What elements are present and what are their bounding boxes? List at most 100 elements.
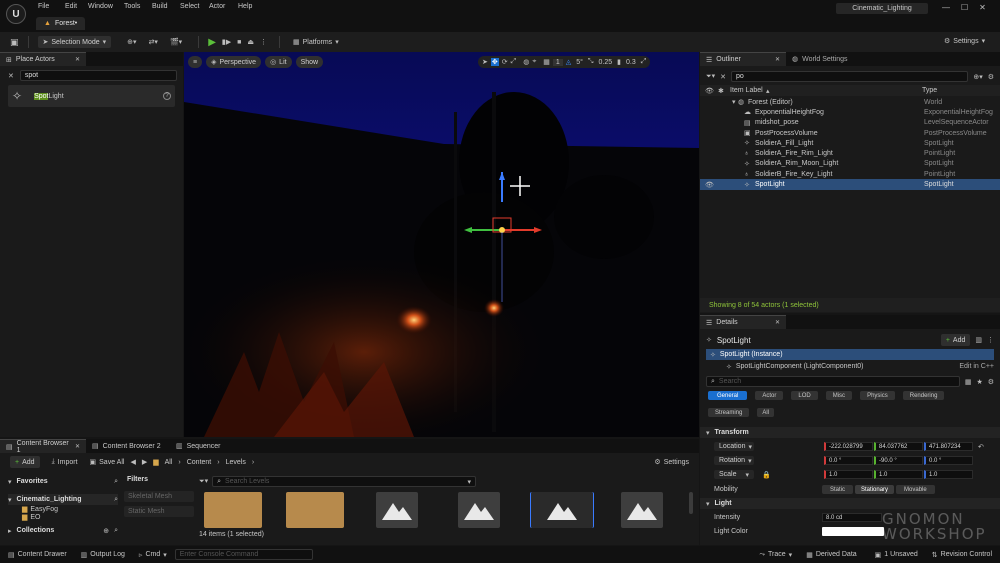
folder-tile[interactable]	[204, 492, 262, 528]
path-content[interactable]: Content	[187, 459, 212, 466]
blueprint-icon[interactable]: ▥	[975, 336, 982, 344]
category-streaming[interactable]: Streaming	[708, 408, 750, 417]
tab-world-settings[interactable]: ◍ World Settings	[786, 55, 854, 64]
maximize-icon[interactable]: ☐	[961, 3, 968, 12]
close-tab-icon[interactable]: ✕	[75, 443, 80, 450]
place-actors-search-input[interactable]: spot	[19, 70, 177, 81]
cinematics-icon[interactable]: 🎬▾	[170, 38, 182, 46]
more-options-icon[interactable]: ⋮	[987, 336, 994, 344]
level-asset-tile[interactable]	[458, 492, 500, 528]
property-matrix-icon[interactable]: ▦	[965, 378, 972, 386]
light-section-header[interactable]: ▾ Light	[700, 498, 1000, 509]
asset-search-input[interactable]: ⌕ Search Levels ▾	[212, 476, 476, 487]
unreal-logo-icon[interactable]: U	[6, 4, 26, 24]
collections-label[interactable]: Collections	[17, 527, 55, 534]
console-input[interactable]: Enter Console Command	[174, 549, 313, 560]
select-mode-icon[interactable]: ➤	[482, 58, 488, 66]
menu-window[interactable]: Window	[88, 3, 124, 10]
history-back-icon[interactable]: ◀	[130, 458, 135, 466]
outliner-col-label[interactable]: Item Label	[730, 87, 763, 94]
blueprint-icon[interactable]: ⇄▾	[149, 38, 158, 46]
close-tab-icon[interactable]: ✕	[775, 319, 780, 326]
minimize-icon[interactable]: —	[942, 3, 950, 12]
trace-button[interactable]: ⤳ Trace ▾	[759, 551, 792, 559]
scale-x-input[interactable]: 1.0	[824, 470, 873, 479]
clear-search-icon[interactable]: ✕	[8, 72, 14, 80]
folder-tree-item[interactable]: ▆ EasyFog	[8, 505, 118, 514]
edit-cpp-link[interactable]: Edit in C++	[959, 363, 994, 370]
settings-button[interactable]: ⚙ Settings ▾	[944, 37, 985, 46]
scale-y-input[interactable]: 1.0	[874, 470, 923, 479]
menu-select[interactable]: Select	[180, 3, 209, 10]
tree-row[interactable]: ✧ SoldierA_Fill_Light SpotLight	[700, 138, 1000, 148]
tab-content-browser-2[interactable]: ▤ Content Browser 2	[86, 442, 170, 451]
history-forward-icon[interactable]: ▶	[142, 458, 147, 466]
folder-icon[interactable]: ▆	[153, 458, 158, 466]
viewport[interactable]: ≡ ◈ Perspective ◎ Lit Show ➤ ✥ ⟳ ⤢ ◍ ⌖ ▦ 1…	[184, 52, 699, 437]
outliner-col-type[interactable]: Type	[922, 87, 937, 94]
search-icon[interactable]: ⌕	[114, 496, 118, 504]
mobility-static[interactable]: Static	[822, 485, 854, 494]
actor-result-spotlight[interactable]: ✧ SpotLight ?	[8, 85, 175, 107]
add-content-icon[interactable]: ⊕▾	[127, 38, 136, 46]
scale-z-input[interactable]: 1.0	[924, 470, 973, 479]
details-search-input[interactable]: ⌕ Search	[706, 376, 960, 387]
rotate-icon[interactable]: ⟳	[502, 58, 508, 66]
angle-snap-value[interactable]: 5°	[574, 59, 585, 66]
tab-outliner[interactable]: ☰ Outliner ✕	[700, 52, 786, 66]
world-space-icon[interactable]: ◍	[523, 58, 529, 66]
menu-edit[interactable]: Edit	[65, 3, 88, 10]
level-asset-tile[interactable]	[376, 492, 418, 528]
add-filter-icon[interactable]: ⊕▾	[973, 73, 982, 81]
rotation-x-input[interactable]: 0.0 °	[824, 456, 873, 465]
mobility-stationary[interactable]: Stationary	[855, 485, 895, 494]
menu-build[interactable]: Build	[152, 3, 180, 10]
rotation-z-input[interactable]: 0.0 °	[924, 456, 973, 465]
mobility-movable[interactable]: Movable	[896, 485, 935, 494]
import-button[interactable]: ⤓ Import	[52, 458, 78, 466]
menu-tools[interactable]: Tools	[124, 3, 152, 10]
help-icon[interactable]: ?	[163, 92, 171, 100]
surface-snap-icon[interactable]: ⌖	[532, 58, 536, 66]
close-tab-icon[interactable]: ✕	[75, 56, 80, 63]
grid-snap-value[interactable]: 1	[552, 58, 563, 66]
scale-snap-value[interactable]: 0.25	[597, 59, 615, 66]
output-log-button[interactable]: ▥ Output Log	[81, 551, 125, 559]
viewport-menu-button[interactable]: ≡	[188, 56, 203, 68]
tab-sequencer[interactable]: ▥ Sequencer	[170, 442, 226, 451]
transform-section-header[interactable]: ▾ Transform	[700, 427, 1000, 438]
filter-icon[interactable]: ⏷▾	[706, 72, 715, 81]
filter-icon[interactable]: ⏷▾	[199, 477, 208, 486]
platforms-button[interactable]: ▦ Platforms ▾	[293, 38, 339, 47]
more-options-icon[interactable]: ⋮	[260, 38, 267, 46]
location-dropdown[interactable]: Location ▾	[714, 442, 754, 451]
close-tab-icon[interactable]: ✕	[775, 56, 780, 63]
grid-snap-icon[interactable]: ▦	[543, 58, 550, 66]
menu-actor[interactable]: Actor	[209, 3, 238, 10]
menu-file[interactable]: File	[38, 3, 65, 10]
search-icon[interactable]: ⌕	[114, 527, 118, 535]
rotation-y-input[interactable]: -90.0 °	[874, 456, 923, 465]
project-folder-label[interactable]: Cinematic_Lighting	[17, 496, 82, 503]
level-asset-tile-selected[interactable]	[530, 492, 594, 528]
scale-icon[interactable]: ⤢	[511, 58, 517, 66]
visibility-icon[interactable]: 👁	[705, 181, 714, 189]
scale-snap-icon[interactable]: ⤡	[588, 58, 594, 66]
component-row[interactable]: ✧ SpotLightComponent (LightComponent0) E…	[706, 360, 994, 373]
unsaved-button[interactable]: ▣ 1 Unsaved	[875, 551, 918, 559]
location-y-input[interactable]: 84.037762	[874, 442, 923, 451]
angle-snap-icon[interactable]: ◬	[566, 58, 571, 66]
collapse-arrow-icon[interactable]: ▾	[8, 496, 12, 504]
derived-data-button[interactable]: ▦ Derived Data	[806, 551, 856, 559]
tab-content-browser-1[interactable]: ▤ Content Browser 1 ✕	[0, 439, 86, 454]
revision-control-button[interactable]: ⇅ Revision Control	[932, 551, 992, 559]
save-all-button[interactable]: ▣ Save All	[90, 458, 125, 467]
reset-icon[interactable]: ↶	[978, 443, 984, 451]
add-button[interactable]: + Add	[10, 456, 40, 468]
gear-icon[interactable]: ⚙	[988, 73, 994, 81]
tree-row[interactable]: ☁ ExponentialHeightFog ExponentialHeight…	[700, 107, 1000, 117]
save-icon[interactable]: ▣	[10, 37, 19, 48]
place-actors-search[interactable]: ✕ spot	[8, 70, 177, 81]
category-misc[interactable]: Misc	[825, 391, 853, 400]
search-icon[interactable]: ⌕	[114, 478, 118, 486]
